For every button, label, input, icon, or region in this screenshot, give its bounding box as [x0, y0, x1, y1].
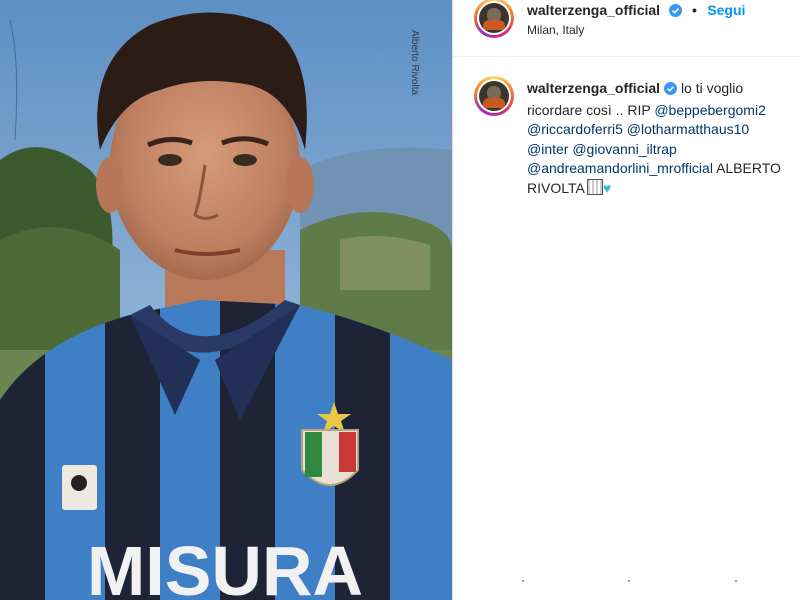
caption-avatar[interactable] [474, 76, 514, 116]
mention-link[interactable]: @giovanni_iltrap [572, 141, 677, 157]
post-header: walterzenga_official • Segui Milan, Ital… [453, 0, 800, 57]
decorative-dot [522, 580, 524, 582]
post-caption: walterzenga_official lo ti voglio ricord… [527, 79, 789, 198]
header-username[interactable]: walterzenga_official [527, 2, 660, 18]
mention-link[interactable]: @andreamandorlini_mrofficial [527, 160, 713, 176]
heart-emoji-icon: ♥ [602, 179, 612, 196]
mention-link[interactable]: @beppebergomi2 [654, 102, 766, 118]
decorative-dot [628, 580, 630, 582]
shirt-sponsor-text: MISURA [87, 532, 363, 600]
decorative-dot [735, 580, 737, 582]
follow-button[interactable]: Segui [707, 2, 745, 18]
verified-badge-icon [668, 4, 682, 22]
header-avatar[interactable] [474, 0, 514, 38]
verified-badge-icon [664, 81, 678, 101]
flag-emoji-icon [586, 178, 603, 195]
caption-username[interactable]: walterzenga_official [527, 80, 660, 96]
post-image[interactable]: MISURA Alberto Rivolta [0, 0, 452, 600]
photo-signature: Alberto Rivolta [409, 30, 420, 95]
location-link[interactable]: Milan, Italy [527, 23, 584, 37]
mention-link[interactable]: @inter [527, 141, 568, 157]
mention-link[interactable]: @lotharmatthaus10 [627, 121, 749, 137]
header-separator: • [691, 2, 697, 18]
post-sidebar: walterzenga_official • Segui Milan, Ital… [453, 0, 800, 600]
mention-link[interactable]: @riccardoferri5 [527, 121, 623, 137]
